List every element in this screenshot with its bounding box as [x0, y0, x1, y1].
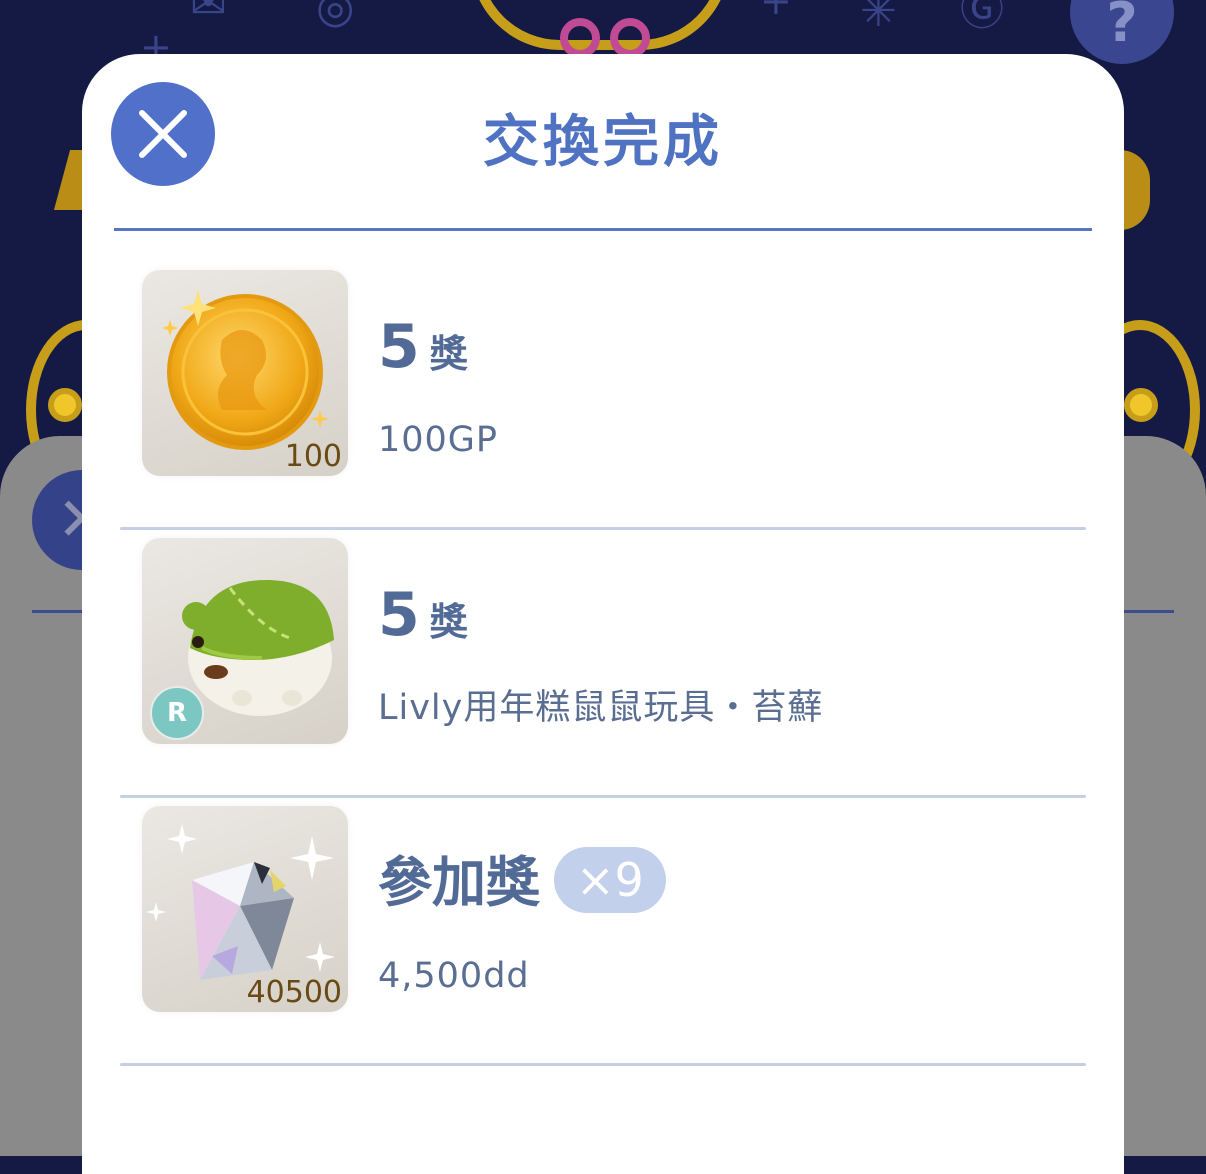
dialog-title: 交換完成: [483, 110, 723, 175]
multiplier-badge: ×9: [554, 847, 666, 914]
thumbnail-count: 100: [284, 439, 342, 474]
gold-shape: [1120, 150, 1150, 230]
rank-number: 5: [378, 580, 420, 650]
prize-name: Livly用年糕鼠鼠玩具・苔蘚: [378, 688, 824, 728]
pot-decoration: [470, 0, 730, 50]
plus-icon: +: [760, 0, 792, 23]
envelope-icon: ✉: [190, 0, 227, 29]
prize-rank: 參加獎 ×9: [378, 847, 666, 919]
diamond-thumbnail: 40500: [142, 806, 348, 1012]
prize-rank: 5獎: [378, 312, 468, 389]
gold-dot: [48, 388, 82, 422]
rarity-badge: R: [150, 686, 204, 740]
prize-item: R 5獎 Livly用年糕鼠鼠玩具・苔蘚: [120, 530, 1086, 798]
prize-name: 4,500dd: [378, 956, 530, 996]
rank-label: 參加獎: [378, 851, 540, 914]
rank-unit: 獎: [429, 332, 468, 376]
moss-mouse-thumbnail: R: [142, 538, 348, 744]
gold-coin-thumbnail: 100: [142, 270, 348, 476]
thumbnail-count: 40500: [246, 975, 342, 1010]
gold-dot: [1124, 388, 1158, 422]
prize-item: 40500 參加獎 ×9 4,500dd: [120, 798, 1086, 1066]
help-icon: ?: [1070, 0, 1174, 64]
eye-decoration: [610, 18, 650, 58]
prize-list: 100 5獎 100GP R 5獎 Livly用年糕鼠鼠玩具・苔蘚 40500 …: [120, 262, 1086, 1066]
g-coin-icon: Ⓖ: [960, 0, 1004, 35]
sparkle-icon: ✳: [860, 0, 897, 37]
badge-icon: ◎: [316, 0, 355, 33]
prize-name: 100GP: [378, 420, 499, 460]
eye-decoration: [560, 18, 600, 58]
prize-rank: 5獎: [378, 580, 468, 657]
prize-item: 100 5獎 100GP: [120, 262, 1086, 530]
background-divider: [1120, 610, 1174, 613]
rank-unit: 獎: [429, 600, 468, 644]
rank-number: 5: [378, 312, 420, 382]
item-divider: [120, 1063, 1086, 1066]
title-divider: [114, 228, 1092, 231]
